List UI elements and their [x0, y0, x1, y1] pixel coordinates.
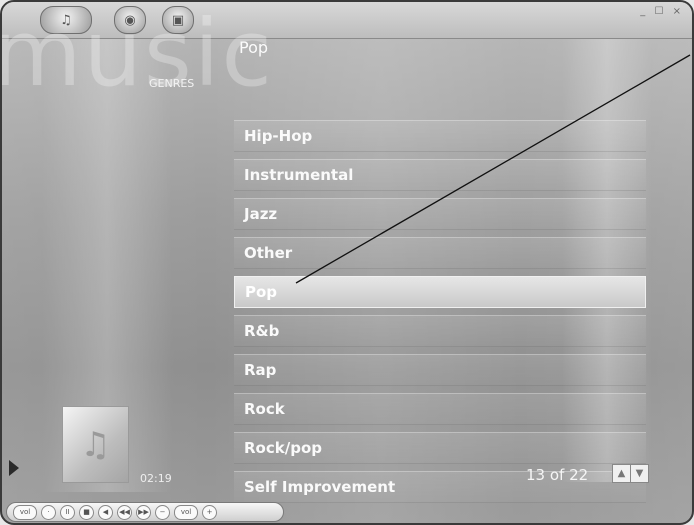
- list-item[interactable]: Hip-Hop: [234, 120, 646, 152]
- media-center-window: ♫ ◉ ▣ _ ☐ × music GENRES Pop Hip-Hop Ins…: [0, 0, 694, 525]
- album-art-icon[interactable]: ♫: [62, 406, 129, 483]
- play-icon[interactable]: [9, 460, 19, 476]
- pause-button[interactable]: II: [60, 504, 75, 520]
- section-label: GENRES: [149, 77, 195, 90]
- volume-down-button[interactable]: −: [155, 504, 170, 520]
- up-arrow-icon: ▲: [617, 468, 626, 479]
- dot-button[interactable]: ·: [41, 504, 56, 520]
- list-item[interactable]: Rock/pop: [234, 432, 646, 464]
- list-item[interactable]: Instrumental: [234, 159, 646, 191]
- list-item[interactable]: Rock: [234, 393, 646, 425]
- list-item[interactable]: Jazz: [234, 198, 646, 230]
- down-arrow-icon: ▼: [635, 468, 644, 479]
- volume-label-button[interactable]: vol: [13, 504, 37, 520]
- list-item[interactable]: Other: [234, 237, 646, 269]
- genre-list: Hip-Hop Instrumental Jazz Other Pop R&b …: [234, 120, 646, 510]
- list-item[interactable]: R&b: [234, 315, 646, 347]
- volume-up-button[interactable]: +: [202, 504, 217, 520]
- list-item[interactable]: Rap: [234, 354, 646, 386]
- list-item-selected[interactable]: Pop: [234, 276, 646, 308]
- rewind-button[interactable]: ◀◀: [117, 504, 132, 520]
- volume-label-button[interactable]: vol: [174, 504, 198, 520]
- window-controls[interactable]: _ ☐ ×: [640, 6, 684, 17]
- page-counter: 13 of 22: [526, 466, 589, 484]
- fast-forward-button[interactable]: ▶▶: [136, 504, 151, 520]
- section-watermark: music: [0, 0, 275, 107]
- stop-button[interactable]: ■: [79, 504, 94, 520]
- scroll-down-button[interactable]: ▼: [630, 464, 649, 483]
- previous-button[interactable]: ◀: [98, 504, 113, 520]
- elapsed-time: 02:19: [140, 472, 172, 485]
- scroll-up-button[interactable]: ▲: [612, 464, 631, 483]
- transport-bar: vol · II ■ ◀ ◀◀ ▶▶ − vol +: [6, 502, 284, 522]
- page-title: Pop: [239, 38, 269, 57]
